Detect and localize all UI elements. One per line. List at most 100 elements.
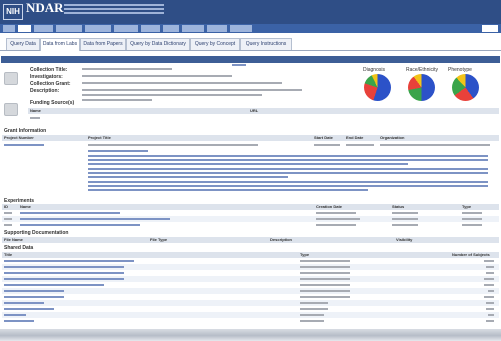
field-label: Collection Title:: [30, 67, 68, 73]
grant-table-header: [2, 135, 499, 141]
publication-citation[interactable]: [88, 159, 488, 161]
experiments-table-header: [2, 204, 499, 210]
nav-item[interactable]: [163, 25, 179, 32]
publication-citation[interactable]: [88, 185, 488, 187]
publication-citation[interactable]: [88, 176, 288, 178]
experiment-status: [392, 224, 418, 226]
column-header: Name: [20, 204, 31, 209]
funding-sources-section: Funding Source(s) Name URL: [0, 100, 501, 126]
column-header: End Date: [346, 135, 364, 140]
nav-item-active[interactable]: [18, 25, 31, 32]
field-label: Collection Grant:: [30, 81, 71, 87]
publication-citation[interactable]: [88, 155, 488, 157]
grant-project-number-link[interactable]: [4, 144, 44, 146]
funding-icon: [4, 103, 18, 116]
query-tabs: Query Data Data from Labs Data from Pape…: [0, 38, 501, 51]
publication-citation[interactable]: [88, 189, 368, 191]
chart-title-diagnosis: Diagnosis: [363, 67, 385, 73]
shared-data-title-link[interactable]: [4, 314, 26, 316]
ndar-brand[interactable]: NDAR: [26, 1, 64, 14]
brand-subtitle: [64, 4, 164, 18]
shared-data-section: Shared Data Title Type Number of Subject…: [0, 245, 501, 329]
chart-title-phenotype: Phenotype: [448, 67, 472, 73]
column-header: Visibility: [396, 237, 413, 242]
shared-data-count: [486, 302, 494, 304]
shared-data-type: [300, 272, 350, 274]
collection-info: Collection Title: Investigators: Collect…: [0, 64, 501, 104]
chart-title-race: Race/Ethnicity: [406, 67, 438, 73]
field-value: [82, 89, 302, 91]
experiment-name-link[interactable]: [20, 224, 140, 226]
publications-link[interactable]: [88, 150, 148, 152]
column-header: Status: [392, 204, 405, 209]
experiments-section: Experiments ID Name Creation Date Status…: [0, 198, 501, 230]
shared-data-count: [488, 290, 494, 292]
shared-data-type: [300, 308, 328, 310]
funding-row-value: [30, 117, 40, 119]
column-header: Description: [270, 237, 293, 242]
shared-data-type: [300, 320, 324, 322]
experiment-name-link[interactable]: [20, 212, 120, 214]
nav-item[interactable]: [182, 25, 204, 32]
nav-item[interactable]: [85, 25, 111, 32]
experiment-status: [392, 212, 418, 214]
tab-data-from-labs[interactable]: Data from Labs: [40, 38, 80, 51]
experiment-id: [4, 212, 12, 214]
funding-table-header: [28, 108, 499, 114]
nav-item[interactable]: [34, 25, 53, 32]
nih-logo: NIH: [3, 4, 23, 20]
shared-data-title-link[interactable]: [4, 272, 124, 274]
shared-data-title-link[interactable]: [4, 296, 64, 298]
nav-right-link[interactable]: [482, 25, 498, 32]
phenotype-pie-chart[interactable]: [452, 74, 479, 101]
column-header: Type: [462, 204, 472, 209]
column-header: URL: [250, 108, 259, 113]
shared-data-title-link[interactable]: [4, 260, 134, 262]
grant-information-section: Grant Information Project Number Project…: [0, 128, 501, 198]
column-header: Name: [30, 108, 41, 113]
shared-data-title-link[interactable]: [4, 266, 124, 268]
column-header: Project Number: [4, 135, 34, 140]
tab-query-data[interactable]: Query Data: [6, 38, 40, 50]
diagnosis-pie-chart[interactable]: [364, 74, 391, 101]
shared-data-type: [300, 290, 350, 292]
tab-query-instructions[interactable]: Query Instructions: [240, 38, 292, 50]
supporting-docs-section: Supporting Documentation File Name File …: [0, 230, 501, 244]
column-header: Project Title: [88, 135, 111, 140]
nav-item[interactable]: [141, 25, 160, 32]
show-all-link[interactable]: [232, 64, 246, 66]
publication-citation[interactable]: [88, 163, 408, 165]
nav-item[interactable]: [230, 25, 252, 32]
field-value: [82, 75, 232, 77]
shared-data-title-link[interactable]: [4, 290, 64, 292]
race-pie-chart[interactable]: [408, 74, 435, 101]
experiment-date: [316, 212, 356, 214]
nav-item[interactable]: [3, 25, 15, 32]
shared-data-type: [300, 260, 350, 262]
experiment-name-link[interactable]: [20, 218, 170, 220]
shared-data-title-link[interactable]: [4, 320, 34, 322]
nav-item[interactable]: [56, 25, 82, 32]
section-title: Supporting Documentation: [4, 230, 69, 236]
shared-data-count: [484, 296, 494, 298]
nav-item[interactable]: [114, 25, 138, 32]
publication-citation[interactable]: [88, 172, 488, 174]
shared-data-title-link[interactable]: [4, 284, 104, 286]
shared-data-count: [486, 308, 494, 310]
shared-data-count: [488, 314, 494, 316]
experiment-date: [316, 224, 356, 226]
section-title: Grant Information: [4, 128, 47, 134]
tab-data-from-papers[interactable]: Data from Papers: [80, 38, 126, 50]
nav-item[interactable]: [207, 25, 227, 32]
shared-data-count: [486, 272, 494, 274]
shared-data-title-link[interactable]: [4, 302, 44, 304]
field-value: [82, 82, 282, 84]
tab-query-by-data-dictionary[interactable]: Query by Data Dictionary: [126, 38, 190, 50]
column-header: File Type: [150, 237, 168, 242]
column-header: Title: [4, 252, 13, 257]
tab-query-by-concept[interactable]: Query by Concept: [190, 38, 240, 50]
publication-citation[interactable]: [88, 181, 488, 183]
shared-data-title-link[interactable]: [4, 308, 54, 310]
shared-data-title-link[interactable]: [4, 278, 124, 280]
publication-citation[interactable]: [88, 168, 488, 170]
